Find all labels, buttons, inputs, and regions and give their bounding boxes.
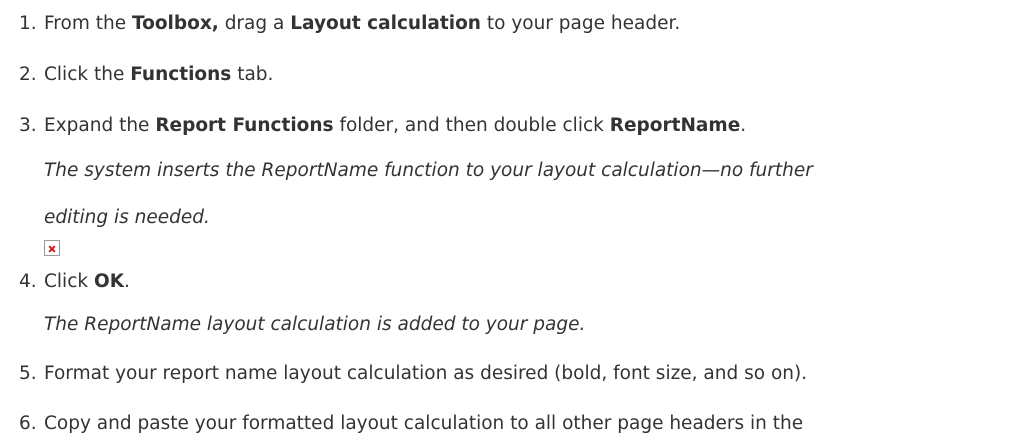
broken-image-icon bbox=[44, 240, 60, 256]
step-number: 3. bbox=[19, 115, 37, 136]
step-text: Copy and paste your formatted layout cal… bbox=[44, 413, 804, 434]
instruction-list: 1. From the Toolbox, drag a Layout calcu… bbox=[0, 0, 1024, 434]
step-4-note: The ReportName layout calculation is add… bbox=[44, 314, 586, 335]
step-number: 4. bbox=[19, 271, 37, 292]
step-3-note-line-1: The system inserts the ReportName functi… bbox=[44, 160, 813, 181]
step-number: 5. bbox=[19, 363, 37, 384]
step-number: 2. bbox=[19, 64, 37, 85]
step-text: Click OK. bbox=[44, 271, 130, 292]
step-text: Format your report name layout calculati… bbox=[44, 363, 808, 384]
step-number: 6. bbox=[19, 413, 37, 434]
step-text: Expand the Report Functions folder, and … bbox=[44, 115, 747, 136]
step-text: From the Toolbox, drag a Layout calculat… bbox=[44, 13, 681, 34]
step-3-note-line-2: editing is needed. bbox=[44, 207, 210, 228]
step-number: 1. bbox=[19, 13, 37, 34]
step-text: Click the Functions tab. bbox=[44, 64, 274, 85]
